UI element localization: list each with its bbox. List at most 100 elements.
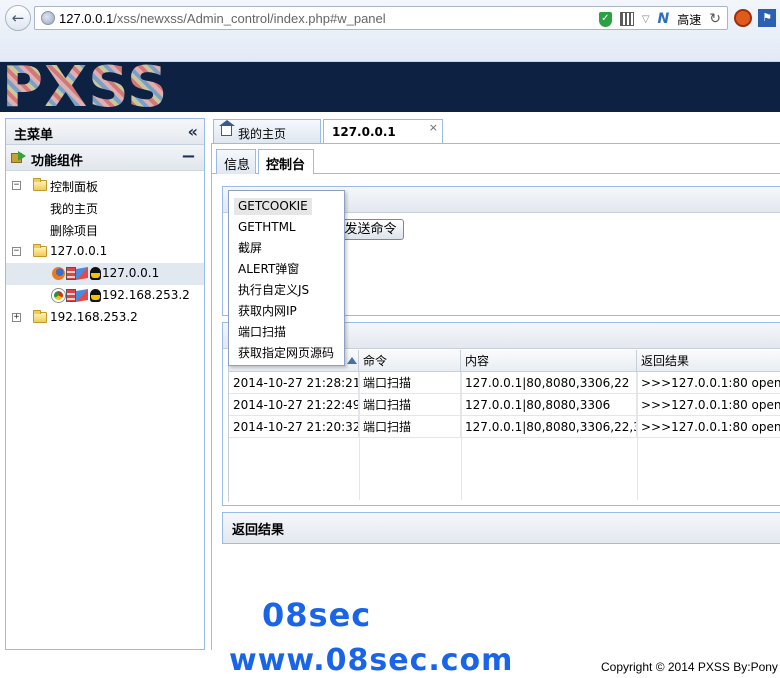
header-banner: PXSS [0,62,780,112]
grid-divider [637,372,638,500]
tree-node-label: 192.168.253.2 [50,310,138,324]
subtab-label: 控制台 [266,158,306,173]
chrome-icon [52,289,65,302]
result-panel[interactable]: 返回结果 [222,512,780,544]
table-row[interactable]: 2014-10-27 21:28:21 端口扫描 127.0.0.1|80,80… [229,372,780,394]
watermark-line2: www.08sec.com [229,643,514,678]
os-icon [66,267,76,280]
command-option[interactable]: 获取指定网页源码 [234,345,338,362]
firefox-icon [52,267,65,280]
command-option[interactable]: GETHTML [234,219,300,236]
cell-result: >>>127.0.0.1:80 open | 12 [641,398,780,412]
command-option[interactable]: 获取内网IP [234,303,301,320]
qq-icon [90,267,101,280]
sub-tabs: 信息 控制台 [211,144,780,175]
column-header-result[interactable]: 返回结果 [637,350,780,372]
grid-divider [359,372,360,500]
folder-icon [33,244,47,257]
url-path: /xss/newxss/Admin_control/index.php#w_pa… [113,11,386,26]
command-dropdown[interactable]: GETCOOKIE GETHTML 截屏 ALERT弹窗 执行自定义JS 获取内… [228,190,345,366]
sidebar-title: 主菜单 [14,128,54,143]
main-tabs: 我的主页 127.0.0.1 × [211,119,780,144]
cell-command: 端口扫描 [359,394,461,416]
group-title: 功能组件 [31,154,84,169]
windows-icon [76,288,88,303]
tab-info[interactable]: 信息 [216,149,256,174]
command-option[interactable]: 执行自定义JS [234,282,313,299]
command-option[interactable]: GETCOOKIE [234,198,312,215]
tab-console[interactable]: 控制台 [258,149,314,175]
tree-node-label: 127.0.0.1 [102,266,160,280]
adblock-icon[interactable] [734,9,752,27]
home-icon [219,120,235,136]
tree-node-label: 删除项目 [50,224,99,238]
tab-label: 127.0.0.1 [332,125,396,139]
cell-result: >>>127.0.0.1:80 open [641,420,780,434]
tree-node-client[interactable]: 127.0.0.1 [6,263,204,285]
table-row[interactable]: 2014-10-27 21:22:49 端口扫描 127.0.0.1|80,80… [229,394,780,416]
tree-node-label: 我的主页 [50,202,99,216]
tree-node-host-folder[interactable]: − 127.0.0.1 [6,241,204,263]
cell-content: 127.0.0.1|80,8080,3306,22,330 [461,416,637,438]
qr-code-icon[interactable] [619,12,634,26]
column-header-command[interactable]: 命令 [359,350,461,372]
tree-node-label: 127.0.0.1 [50,244,108,258]
column-header-content[interactable]: 内容 [461,350,637,372]
cell-content: 127.0.0.1|80,8080,3306 [461,394,637,416]
back-arrow-icon[interactable]: ← [5,5,31,31]
security-shield-icon[interactable]: ✓ [598,11,612,27]
collapse-icon[interactable]: « [188,122,198,141]
cell-command: 端口扫描 [359,372,461,394]
folder-icon [33,310,47,323]
tree-node-client[interactable]: 192.168.253.2 [6,285,204,307]
tree-node-delete-project[interactable]: 删除项目 [6,219,204,241]
tree-node-label: 控制面板 [50,180,99,194]
tree-node-host-folder[interactable]: + 192.168.253.2 [6,307,204,329]
os-icon [66,289,76,302]
tab-label: 我的主页 [238,127,287,141]
address-bar[interactable]: 127.0.0.1/xss/newxss/Admin_control/index… [34,6,728,30]
result-panel-title: 返回结果 [232,523,285,538]
browser-toolbar: ← 127.0.0.1/xss/newxss/Admin_control/ind… [0,0,780,62]
globe-icon [41,11,55,25]
pxss-logo: PXSS [2,62,169,112]
tab-home[interactable]: 我的主页 [213,119,321,143]
url-host: 127.0.0.1 [59,11,114,26]
qq-icon [90,289,101,302]
send-command-button[interactable]: 发送命令 [337,219,404,240]
speed-mode-label[interactable]: 高速 [677,11,701,28]
refresh-icon[interactable]: ↻ [709,11,721,27]
copyright-text: Copyright © 2014 PXSS By:Pony [601,660,778,674]
sort-asc-icon[interactable] [347,357,357,364]
command-option[interactable]: ALERT弹窗 [234,261,303,278]
cell-content: 127.0.0.1|80,8080,3306,22 [461,372,637,394]
extension-icon[interactable]: ⚑ [758,9,776,27]
tree-node-my-home[interactable]: 我的主页 [6,197,204,219]
dropdown-arrow-icon[interactable]: ▽ [642,14,650,25]
tab-client[interactable]: 127.0.0.1 × [323,119,443,144]
sidebar: 主菜单 « 功能组件 − − 控制面板 我的主页 删除项目 − 127.0.0.… [5,118,205,650]
command-option[interactable]: 截屏 [234,240,266,257]
subtab-label: 信息 [224,158,251,173]
tree-toggle-icon[interactable]: − [12,247,21,256]
close-icon[interactable]: × [429,121,438,134]
cell-time: 2014-10-27 21:28:21 [229,372,359,394]
url-text: 127.0.0.1/xss/newxss/Admin_control/index… [59,11,386,26]
sidebar-header: 主菜单 « [6,119,204,145]
speed-mode-icon: N [657,11,670,27]
component-icon [11,151,27,165]
tree-toggle-icon[interactable]: − [12,181,21,190]
tree-node-label: 192.168.253.2 [102,288,190,302]
group-collapse-icon[interactable]: − [181,146,196,167]
windows-icon [76,266,88,281]
cell-time: 2014-10-27 21:20:32 [229,416,359,438]
command-option[interactable]: 端口扫描 [234,324,290,341]
folder-icon [33,178,47,191]
watermark-line1: 08sec [262,596,372,634]
grid-divider [461,372,462,500]
table-row[interactable]: 2014-10-27 21:20:32 端口扫描 127.0.0.1|80,80… [229,416,780,438]
tree-toggle-icon[interactable]: + [12,313,21,322]
tree-node-control-panel[interactable]: − 控制面板 [6,175,204,197]
group-header[interactable]: 功能组件 − [6,145,204,171]
cell-command: 端口扫描 [359,416,461,438]
